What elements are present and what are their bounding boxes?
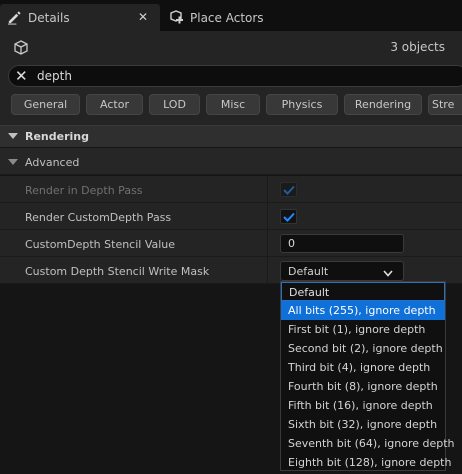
checkmark-icon bbox=[282, 212, 295, 222]
column-divider[interactable] bbox=[267, 176, 268, 202]
property-label: Custom Depth Stencil Write Mask bbox=[25, 265, 210, 278]
tab-details[interactable]: Details ✕ bbox=[0, 4, 160, 31]
category-streaming[interactable]: Stre bbox=[428, 94, 462, 115]
dropdown-option-sixth-bit[interactable]: Sixth bit (32), ignore depth bbox=[281, 415, 445, 434]
stencil-value-input[interactable]: 0 bbox=[280, 234, 404, 253]
category-rendering[interactable]: Rendering bbox=[344, 94, 422, 115]
dropdown-option-eighth-bit[interactable]: Eighth bit (128), ignore depth bbox=[281, 453, 451, 472]
subsection-header-advanced[interactable]: Advanced bbox=[0, 148, 462, 175]
property-label: CustomDepth Stencil Value bbox=[25, 238, 176, 251]
write-mask-dropdown-list: Default All bits (255), ignore depth Fir… bbox=[280, 281, 455, 472]
category-lod[interactable]: LOD bbox=[149, 94, 200, 115]
checkmark-icon bbox=[282, 185, 295, 195]
cube-icon bbox=[13, 40, 29, 56]
search-value: depth bbox=[37, 69, 72, 83]
section-header-rendering[interactable]: Rendering bbox=[0, 125, 462, 147]
tab-place-actors[interactable]: Place Actors bbox=[162, 4, 302, 31]
tab-label: Place Actors bbox=[190, 10, 264, 25]
render-in-depth-pass-checkbox[interactable] bbox=[280, 182, 297, 197]
dropdown-option-fifth-bit[interactable]: Fifth bit (16), ignore depth bbox=[281, 396, 445, 415]
dropdown-option-first-bit[interactable]: First bit (1), ignore depth bbox=[281, 320, 445, 339]
tab-bar: Details ✕ Place Actors bbox=[0, 0, 462, 34]
dropdown-option-third-bit[interactable]: Third bit (4), ignore depth bbox=[281, 358, 445, 377]
category-filter-bar: General Actor LOD Misc Physics Rendering… bbox=[0, 94, 462, 116]
property-label: Render in Depth Pass bbox=[25, 184, 143, 197]
category-general[interactable]: General bbox=[11, 94, 80, 115]
dropdown-option-seventh-bit[interactable]: Seventh bit (64), ignore depth bbox=[281, 434, 455, 453]
column-divider[interactable] bbox=[267, 203, 268, 229]
details-header: 3 objects ✕ depth General Actor LOD Misc… bbox=[0, 31, 462, 125]
search-input[interactable]: ✕ depth bbox=[8, 65, 462, 87]
column-divider[interactable] bbox=[267, 257, 268, 283]
expand-arrow-icon bbox=[8, 133, 18, 139]
category-physics[interactable]: Physics bbox=[266, 94, 338, 115]
expand-arrow-icon bbox=[8, 159, 18, 165]
chevron-down-icon bbox=[383, 267, 393, 280]
section-label: Rendering bbox=[25, 130, 89, 143]
column-divider[interactable] bbox=[267, 230, 268, 256]
subsection-label: Advanced bbox=[25, 156, 80, 169]
category-misc[interactable]: Misc bbox=[206, 94, 260, 115]
tab-label: Details bbox=[28, 10, 70, 25]
close-icon[interactable]: ✕ bbox=[15, 68, 28, 84]
pencil-icon bbox=[6, 10, 22, 26]
dropdown-option-fourth-bit[interactable]: Fourth bit (8), ignore depth bbox=[281, 377, 445, 396]
place-actors-icon bbox=[168, 9, 184, 26]
object-count: 3 objects bbox=[390, 40, 445, 54]
close-tab-icon[interactable]: ✕ bbox=[138, 10, 148, 24]
dropdown-option-all-bits[interactable]: All bits (255), ignore depth bbox=[281, 301, 445, 320]
property-row-customdepth-stencil-value: CustomDepth Stencil Value 0 bbox=[0, 230, 462, 257]
property-row-stencil-write-mask: Custom Depth Stencil Write Mask Default bbox=[0, 257, 462, 284]
combo-value: Default bbox=[288, 265, 329, 278]
property-row-render-customdepth-pass: Render CustomDepth Pass bbox=[0, 203, 462, 230]
property-label: Render CustomDepth Pass bbox=[25, 211, 172, 224]
category-actor[interactable]: Actor bbox=[86, 94, 143, 115]
stencil-write-mask-combo[interactable]: Default bbox=[280, 261, 404, 281]
property-row-render-in-depth-pass: Render in Depth Pass bbox=[0, 176, 462, 203]
dropdown-option-default[interactable]: Default bbox=[281, 282, 445, 301]
render-customdepth-pass-checkbox[interactable] bbox=[280, 209, 297, 224]
dropdown-option-second-bit[interactable]: Second bit (2), ignore depth bbox=[281, 339, 445, 358]
